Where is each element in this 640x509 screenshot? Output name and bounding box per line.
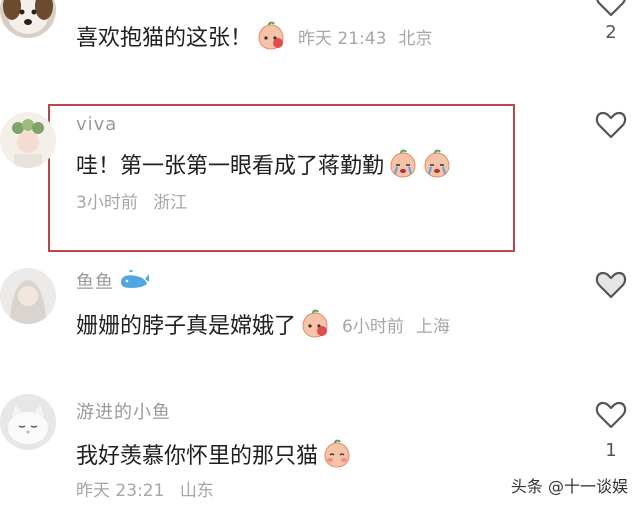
comment-text: 姗姗的脖子真是嫦娥了 [76, 314, 297, 339]
dog-avatar-icon[interactable] [0, 0, 56, 38]
comment-username[interactable]: 游进的小鱼 [76, 398, 171, 424]
crying-peach-emoji-icon [388, 149, 418, 179]
girl-avatar-icon[interactable] [0, 268, 56, 324]
comment-body: 哇！第一张第一眼看成了蒋勤勤 [76, 148, 452, 180]
comment-time: 昨天 23:21 [76, 481, 165, 501]
comment-body: 我好羡慕你怀里的那只猫 [76, 438, 352, 470]
like-count: 1 [605, 440, 617, 461]
comment-text: 我好羡慕你怀里的那只猫 [76, 444, 319, 469]
comment-location: 山东 [179, 481, 214, 501]
shy-peach-emoji-icon [322, 439, 352, 469]
whale-icon [118, 269, 150, 292]
comment-body: 姗姗的脖子真是嫦娥了 6小时前 上海 [76, 308, 450, 340]
comment-time: 昨天 21:43 [298, 28, 387, 49]
comment-text: 哇！第一张第一眼看成了蒋勤勤 [76, 154, 385, 179]
comment-meta: 昨天 23:21 山东 [76, 476, 214, 501]
heart-icon[interactable] [594, 398, 628, 432]
peach-emoji-icon [256, 21, 286, 51]
heart-icon[interactable] [594, 0, 628, 20]
comment-username[interactable]: viva [76, 114, 117, 135]
watermark: 头条 @十一谈娱 [510, 477, 628, 496]
peach-emoji-icon [300, 309, 330, 339]
white-kitten-avatar-icon[interactable] [0, 394, 56, 450]
comment-meta: 3小时前 浙江 [76, 188, 187, 213]
comment-username[interactable]: 鱼鱼 [76, 268, 150, 294]
comment-location: 上海 [415, 316, 450, 337]
heart-icon[interactable] [594, 108, 628, 142]
comment-location: 浙江 [153, 193, 188, 213]
comment-time: 3小时前 [76, 193, 138, 213]
comment-text: 喜欢抱猫的这张！ [76, 26, 253, 51]
like-count: 2 [605, 22, 617, 43]
flower-girl-avatar-icon[interactable] [0, 112, 56, 168]
comment-time: 6小时前 [342, 316, 404, 337]
heart-icon[interactable] [594, 268, 628, 302]
crying-peach-emoji-icon [422, 149, 452, 179]
comment-body: 喜欢抱猫的这张！ 昨天 21:43 北京 [76, 20, 432, 52]
comment-location: 北京 [398, 28, 433, 49]
